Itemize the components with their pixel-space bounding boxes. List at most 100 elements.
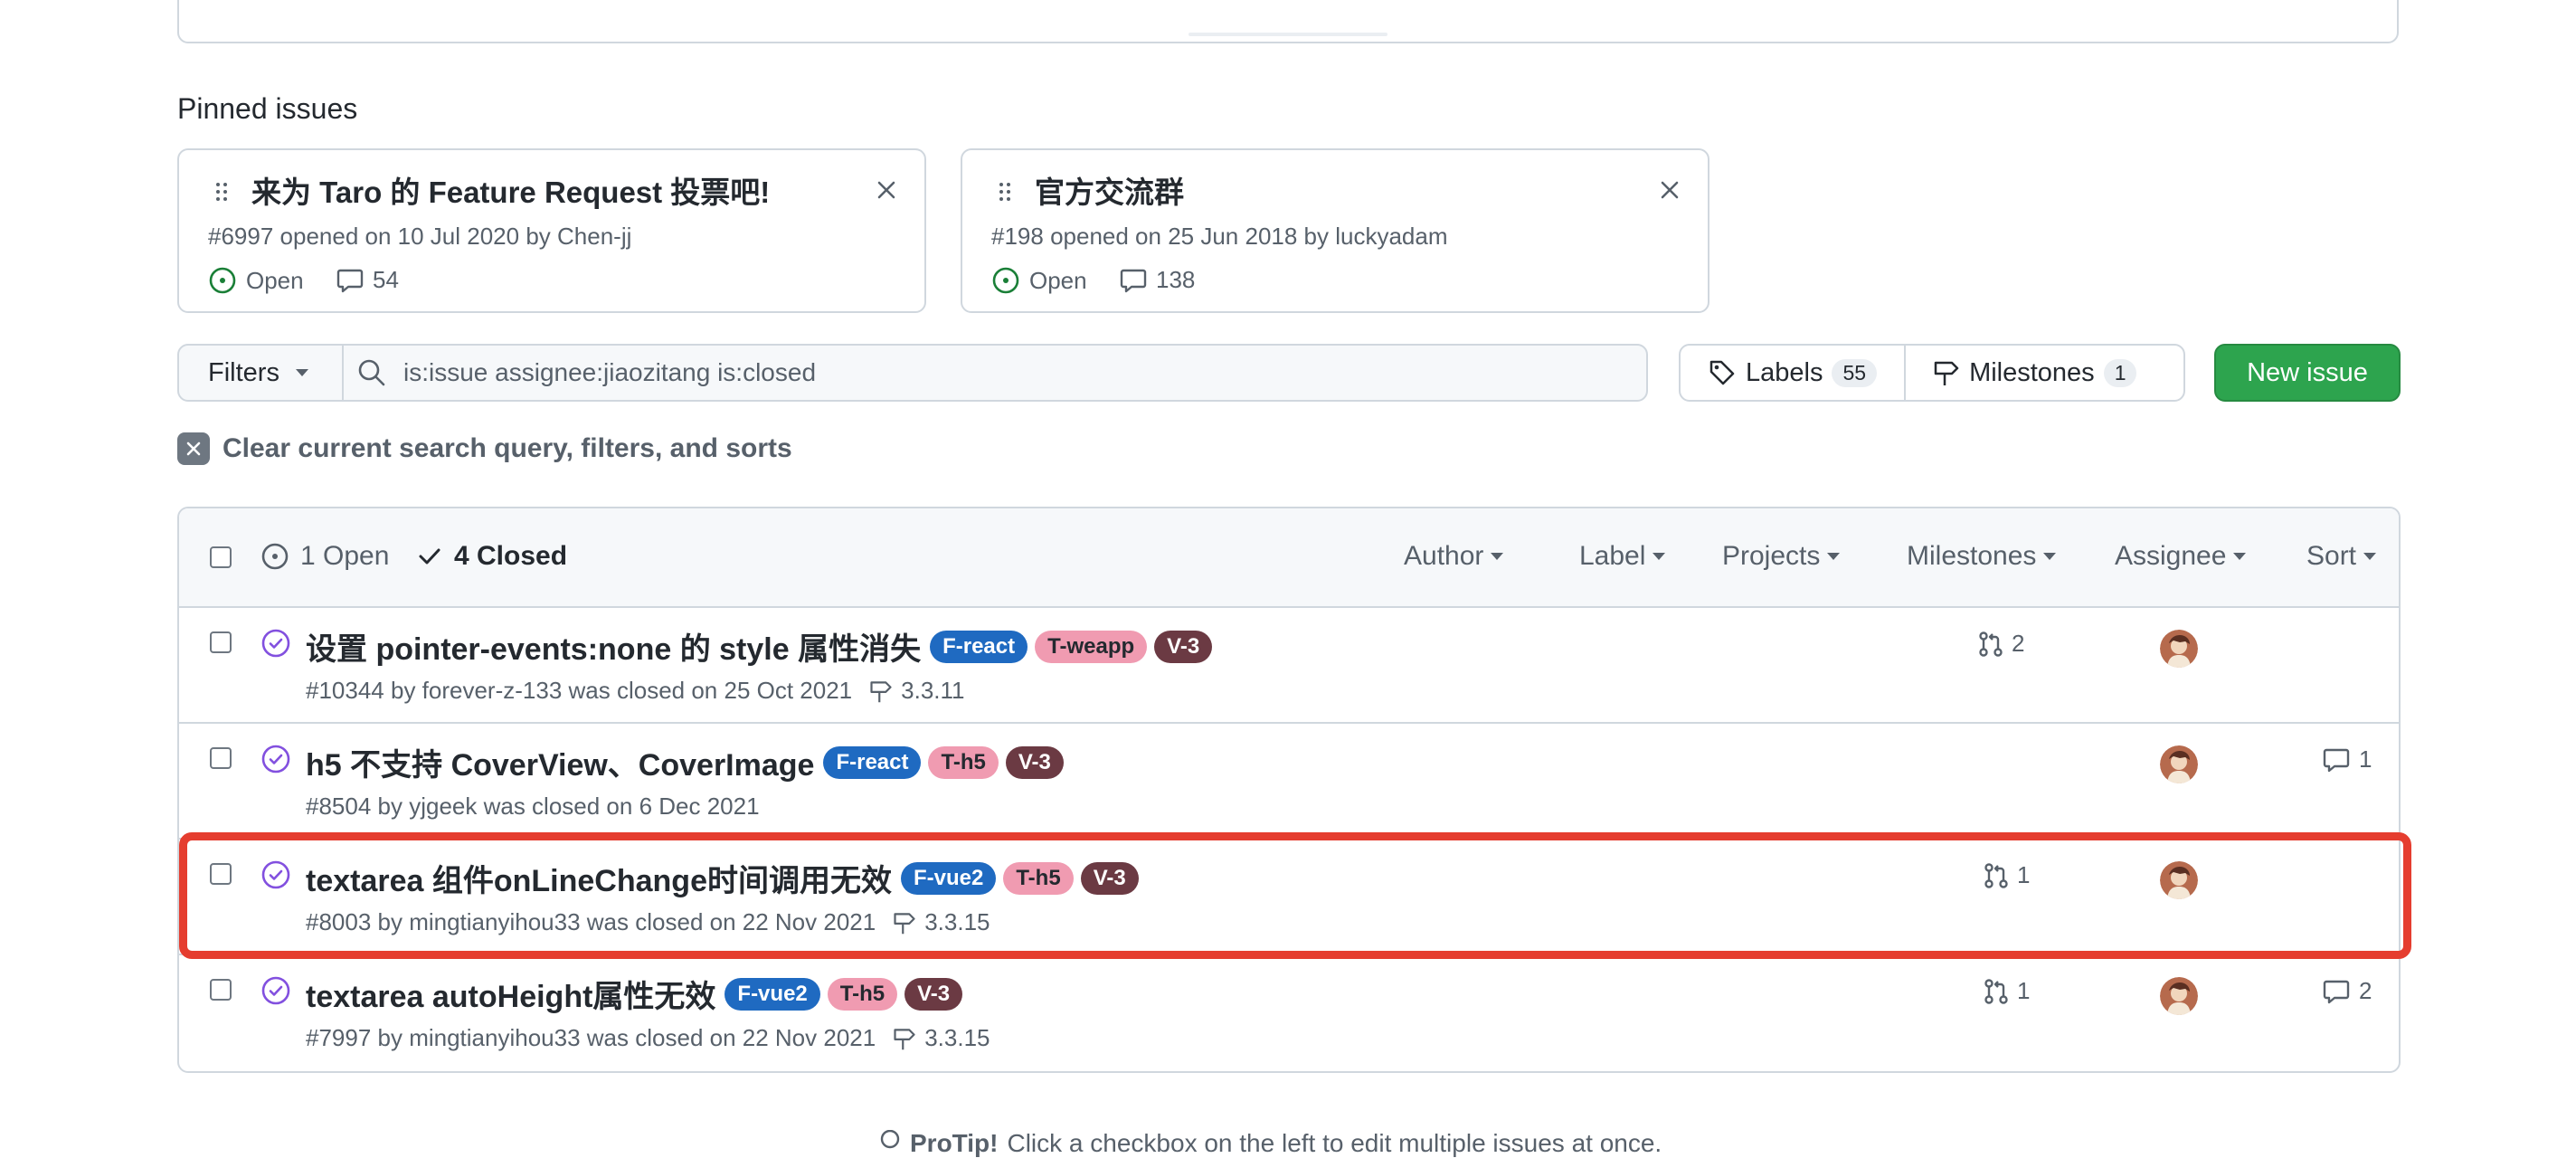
milestones-button[interactable]: Milestones 1 (1904, 346, 2164, 400)
labels-label: Labels (1746, 357, 1823, 387)
select-all-checkbox[interactable] (210, 546, 232, 568)
issue-title-link[interactable]: 设置 pointer-events:none 的 style 属性消失 (306, 624, 921, 669)
search-field[interactable] (342, 344, 1648, 402)
issue-title-link[interactable]: textarea autoHeight属性无效 (306, 972, 715, 1016)
drag-handle-icon[interactable] (215, 181, 228, 203)
chevron-down-icon (295, 369, 308, 376)
issue-state-label: Open (246, 266, 304, 294)
issue-meta: #8003 by mingtianyihou33 was closed on 2… (306, 908, 876, 935)
issue-checkbox[interactable] (210, 747, 232, 769)
issue-label[interactable]: T-h5 (1003, 861, 1074, 895)
issue-state: Open (208, 266, 304, 295)
issue-label[interactable]: V-3 (1080, 861, 1139, 895)
milestone-icon (892, 1026, 917, 1051)
protip: ProTip! Click a checkbox on the left to … (879, 1129, 1662, 1158)
issue-checkbox[interactable] (210, 979, 232, 1001)
issue-label[interactable]: V-3 (1154, 630, 1213, 663)
filter-label: Projects (1722, 541, 1821, 571)
labels-button[interactable]: Labels 55 (1681, 346, 1904, 400)
lightbulb-icon (879, 1130, 901, 1157)
issue-milestone[interactable]: 3.3.11 (868, 677, 965, 705)
sort-dropdown[interactable]: Sort (2306, 541, 2377, 572)
pinned-issue-card[interactable]: 官方交流群 #198 opened on 25 Jun 2018 by luck… (961, 148, 1709, 313)
issue-checkbox[interactable] (210, 631, 232, 653)
assignee-avatar[interactable] (2160, 977, 2198, 1015)
milestone-label: 3.3.11 (901, 677, 965, 704)
issue-row[interactable]: textarea autoHeight属性无效 F-vue2 T-h5 V-3 … (179, 955, 2399, 1071)
issue-label[interactable]: T-weapp (1035, 630, 1148, 663)
issue-label[interactable]: T-h5 (928, 745, 999, 779)
issue-label[interactable]: F-react (823, 745, 922, 779)
comment-icon (336, 268, 364, 293)
linked-pull-requests[interactable]: 1 (1983, 861, 2030, 889)
issue-label[interactable]: F-react (930, 630, 1028, 663)
drag-handle-icon[interactable] (999, 181, 1011, 203)
author-filter[interactable]: Author (1404, 541, 1504, 572)
label-filter[interactable]: Label (1579, 541, 1666, 572)
milestone-icon (1933, 358, 1960, 387)
search-input[interactable] (402, 357, 1581, 388)
comment-count[interactable]: 54 (336, 266, 399, 294)
milestones-count: 1 (2103, 358, 2137, 387)
comment-count-value: 54 (373, 266, 399, 293)
clear-filters-link[interactable]: Clear current search query, filters, and… (177, 432, 792, 465)
issue-open-icon (260, 542, 289, 571)
filter-label: Author (1404, 541, 1484, 571)
issue-closed-icon (260, 975, 291, 1006)
comment-count-value: 1 (2359, 745, 2372, 773)
chevron-down-icon (2233, 553, 2247, 560)
issue-title-link[interactable]: textarea 组件onLineChange时间调用无效 (306, 856, 892, 900)
clear-filters-label: Clear current search query, filters, and… (223, 433, 792, 463)
milestone-label: 3.3.15 (924, 908, 990, 935)
issue-row[interactable]: textarea 组件onLineChange时间调用无效 F-vue2 T-h… (179, 840, 2399, 955)
assignee-filter[interactable]: Assignee (2115, 541, 2247, 572)
pinned-issue-title[interactable]: 官方交流群 (1035, 168, 1184, 212)
issue-milestone[interactable]: 3.3.15 (892, 1024, 990, 1052)
issue-row[interactable]: 设置 pointer-events:none 的 style 属性消失 F-re… (179, 608, 2399, 724)
projects-filter[interactable]: Projects (1722, 541, 1841, 572)
issue-closed-icon (260, 744, 291, 774)
assignee-avatar[interactable] (2160, 861, 2198, 899)
issue-state-label: Open (1029, 266, 1087, 294)
close-icon[interactable] (876, 179, 897, 201)
issue-checkbox[interactable] (210, 863, 232, 885)
tag-icon (1708, 358, 1737, 387)
filter-label: Label (1579, 541, 1646, 571)
filters-dropdown[interactable]: Filters (177, 344, 344, 402)
issue-row[interactable]: h5 不支持 CoverView、CoverImage F-react T-h5… (179, 724, 2399, 840)
milestones-filter[interactable]: Milestones (1907, 541, 2057, 572)
protip-text: Click a checkbox on the left to edit mul… (1007, 1129, 1662, 1157)
comment-icon (1120, 268, 1147, 293)
pinned-issue-card[interactable]: 来为 Taro 的 Feature Request 投票吧! #6997 ope… (177, 148, 926, 313)
chevron-down-icon (1491, 553, 1504, 560)
issue-closed-icon (260, 859, 291, 890)
issue-label[interactable]: F-vue2 (724, 977, 820, 1011)
pull-request-icon (1977, 631, 2004, 658)
issue-label[interactable]: V-3 (1005, 745, 1064, 779)
comment-count[interactable]: 138 (1120, 266, 1195, 294)
assignee-avatar[interactable] (2160, 630, 2198, 668)
protip-strong: ProTip! (910, 1129, 999, 1157)
comment-icon (2323, 747, 2350, 773)
issue-label[interactable]: T-h5 (827, 977, 898, 1011)
pinned-issue-title[interactable]: 来为 Taro 的 Feature Request 投票吧! (251, 168, 770, 212)
issues-list: 1 Open 4 Closed Author Label Projects Mi… (177, 507, 2401, 1073)
issue-title-link[interactable]: h5 不支持 CoverView、CoverImage (306, 740, 814, 784)
issue-label[interactable]: F-vue2 (900, 861, 997, 895)
pinned-issues-heading: Pinned issues (177, 92, 358, 125)
open-issues-tab[interactable]: 1 Open (260, 541, 389, 572)
issue-meta: #10344 by forever-z-133 was closed on 25… (306, 677, 853, 704)
linked-pull-requests[interactable]: 1 (1983, 977, 2030, 1005)
closed-issues-tab[interactable]: 4 Closed (416, 541, 567, 572)
issue-milestone[interactable]: 3.3.15 (892, 908, 990, 936)
linked-pull-requests[interactable]: 2 (1977, 630, 2024, 658)
issue-comments[interactable]: 2 (2323, 977, 2372, 1005)
chevron-down-icon (2043, 553, 2057, 560)
issue-open-icon (991, 266, 1020, 295)
new-issue-button[interactable]: New issue (2214, 344, 2401, 402)
close-icon[interactable] (1659, 179, 1681, 201)
close-icon (177, 432, 210, 465)
issue-label[interactable]: V-3 (904, 977, 963, 1011)
assignee-avatar[interactable] (2160, 745, 2198, 783)
issue-comments[interactable]: 1 (2323, 745, 2372, 774)
